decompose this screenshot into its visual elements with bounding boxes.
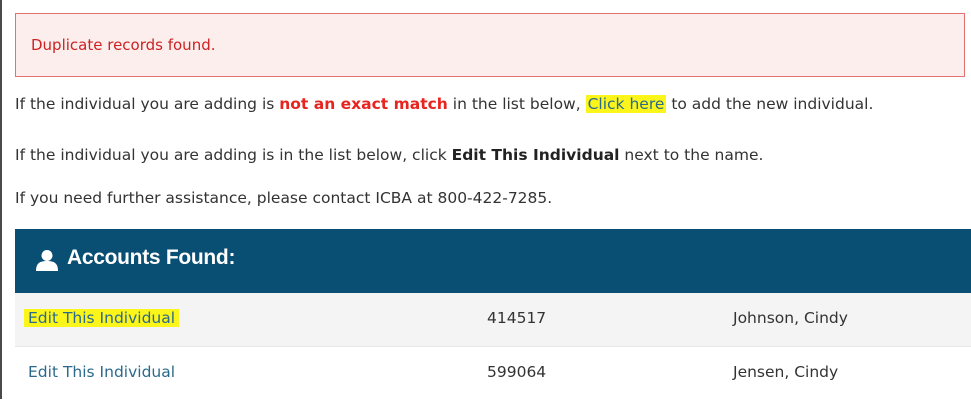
account-id: 414517 xyxy=(487,309,547,327)
instruction-1-middle: in the list below, xyxy=(447,95,586,113)
instruction-line-1: If the individual you are adding is not … xyxy=(15,95,873,113)
edit-individual-reference: Edit This Individual xyxy=(451,146,620,164)
accounts-found-header: Accounts Found: xyxy=(15,229,971,293)
account-name: Jensen, Cindy xyxy=(733,363,839,381)
accounts-found-title: Accounts Found: xyxy=(67,246,236,269)
account-id: 599064 xyxy=(487,363,547,381)
instruction-2-prefix: If the individual you are adding is in t… xyxy=(15,146,452,164)
instruction-line-2: If the individual you are adding is in t… xyxy=(15,146,763,164)
alert-message: Duplicate records found. xyxy=(31,36,216,54)
not-exact-match-text: not an exact match xyxy=(279,95,448,113)
duplicate-alert: Duplicate records found. xyxy=(15,13,965,77)
instruction-1-prefix: If the individual you are adding is xyxy=(15,95,280,113)
user-icon xyxy=(36,250,58,271)
page-frame: Duplicate records found. If the individu… xyxy=(0,0,971,400)
instruction-1-suffix: to add the new individual. xyxy=(666,95,874,113)
edit-individual-link[interactable]: Edit This Individual xyxy=(24,309,180,327)
instruction-2-suffix: next to the name. xyxy=(619,146,764,164)
instruction-line-3: If you need further assistance, please c… xyxy=(15,189,553,207)
click-here-link[interactable]: Click here xyxy=(585,95,667,113)
account-name: Johnson, Cindy xyxy=(733,309,848,327)
edit-individual-link[interactable]: Edit This Individual xyxy=(28,363,175,381)
account-row: Edit This Individual 599064 Jensen, Cind… xyxy=(15,346,971,400)
account-row: Edit This Individual 414517 Johnson, Cin… xyxy=(15,293,971,347)
